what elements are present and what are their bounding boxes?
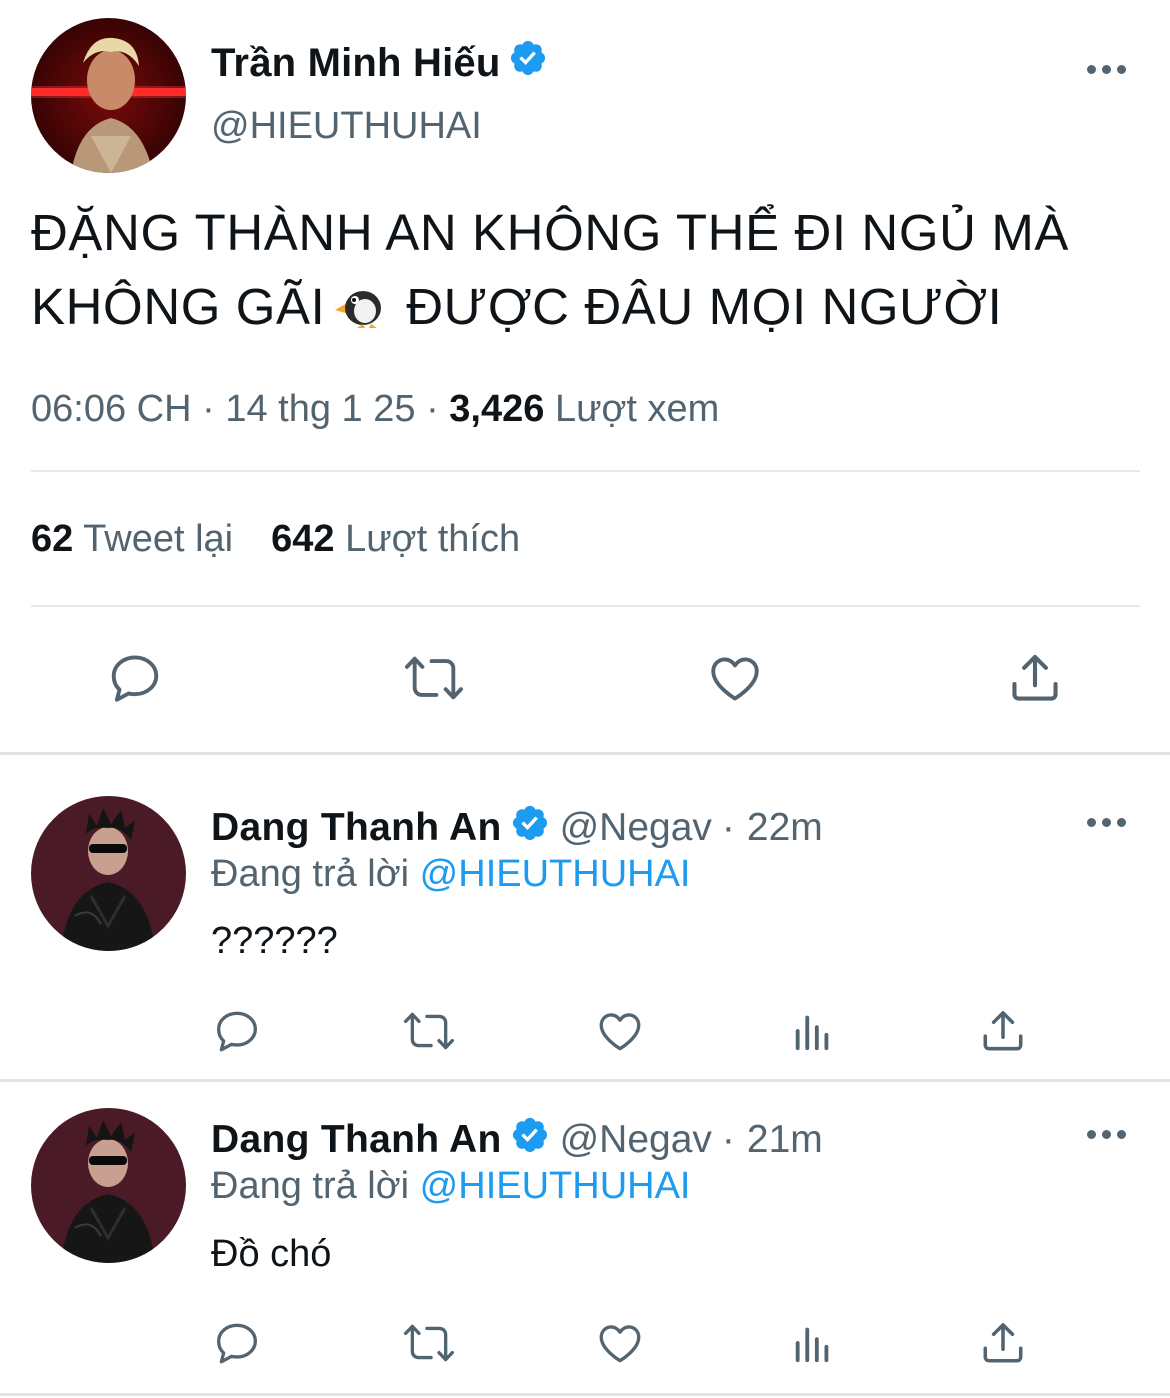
share-button[interactable]: [1000, 648, 1070, 712]
more-options-icon[interactable]: [1087, 1128, 1127, 1140]
reply-header: Dang Thanh An @Negav · 21m: [211, 1115, 823, 1165]
avatar[interactable]: [31, 1108, 186, 1263]
divider: [31, 605, 1140, 607]
tweet-text: ĐẶNG THÀNH AN KHÔNG THỂ ĐI NGỦ MÀ KHÔNG …: [31, 196, 1146, 350]
verified-badge-icon: [510, 1115, 550, 1165]
like-icon: [595, 1318, 645, 1373]
reply-text: ??????: [211, 920, 338, 962]
section-divider: [0, 752, 1170, 755]
meta-separator: ·: [721, 806, 735, 849]
reply-time[interactable]: 21m: [747, 1118, 823, 1162]
replying-prefix: Đang trả lời: [211, 853, 410, 895]
reply-button[interactable]: [207, 1315, 267, 1375]
like-button[interactable]: [590, 1315, 650, 1375]
retweet-button[interactable]: [398, 648, 470, 712]
views-icon: [790, 1320, 836, 1371]
like-button[interactable]: [590, 1003, 650, 1063]
retweets-label: Tweet lại: [83, 518, 234, 560]
divider: [31, 470, 1140, 472]
main-tweet: Trần Minh Hiếu @HIEUTHUHAI ĐẶNG THÀNH AN…: [0, 0, 1170, 752]
display-name[interactable]: Dang Thanh An: [211, 806, 502, 850]
likes-label: Lượt thích: [345, 518, 521, 560]
share-button[interactable]: [973, 1003, 1033, 1063]
verified-badge-icon: [510, 803, 550, 853]
retweet-button[interactable]: [398, 1003, 460, 1063]
reply-button[interactable]: [100, 648, 170, 712]
reply-header: Dang Thanh An @Negav · 22m: [211, 803, 823, 853]
reply-button[interactable]: [207, 1003, 267, 1063]
like-button[interactable]: [700, 648, 770, 712]
mention-link[interactable]: @HIEUTHUHAI: [420, 853, 691, 895]
like-icon: [706, 649, 764, 712]
display-name[interactable]: Trần Minh Hiếu: [211, 38, 548, 88]
views-icon: [790, 1008, 836, 1059]
tweet-date[interactable]: 14 thg 1 25: [225, 388, 415, 430]
replying-to: Đang trả lời @HIEUTHUHAI: [211, 853, 690, 896]
section-divider: [0, 1079, 1170, 1082]
replying-to: Đang trả lời @HIEUTHUHAI: [211, 1165, 690, 1208]
mention-link[interactable]: @HIEUTHUHAI: [420, 1165, 691, 1207]
tweet-text-part-2: ĐƯỢC ĐÂU MỌI NGƯỜI: [406, 278, 1003, 335]
retweet-icon: [400, 1006, 458, 1061]
reply-icon: [106, 649, 164, 712]
display-name-text: Trần Minh Hiếu: [211, 40, 501, 85]
more-options-icon[interactable]: [1087, 816, 1127, 828]
like-icon: [595, 1006, 645, 1061]
views-label: Lượt xem: [554, 388, 720, 430]
tweet-stats: 62 Tweet lại 642 Lượt thích: [31, 518, 520, 561]
reply-time[interactable]: 22m: [747, 806, 823, 850]
likes-stat[interactable]: 642 Lượt thích: [271, 518, 520, 560]
retweet-icon: [400, 1318, 458, 1373]
meta-separator: ·: [721, 1118, 735, 1161]
share-icon: [978, 1006, 1028, 1061]
handle[interactable]: @Negav: [560, 1118, 712, 1162]
more-options-icon[interactable]: [1087, 63, 1127, 75]
views-button[interactable]: [783, 1315, 843, 1375]
replying-prefix: Đang trả lời: [211, 1165, 410, 1207]
penguin-emoji-icon: [331, 276, 387, 350]
likes-count: 642: [271, 518, 335, 560]
reply-icon: [212, 1006, 262, 1061]
share-icon: [1006, 649, 1064, 712]
meta-separator: ·: [202, 388, 215, 430]
retweet-icon: [401, 649, 467, 712]
display-name[interactable]: Dang Thanh An: [211, 1118, 502, 1162]
retweets-stat[interactable]: 62 Tweet lại: [31, 518, 233, 560]
views-button[interactable]: [783, 1003, 843, 1063]
tweet-time[interactable]: 06:06 CH: [31, 388, 192, 430]
retweets-count: 62: [31, 518, 74, 560]
handle[interactable]: @Negav: [560, 806, 712, 850]
share-icon: [978, 1318, 1028, 1373]
views-count: 3,426: [449, 388, 545, 430]
avatar[interactable]: [31, 796, 186, 951]
avatar[interactable]: [31, 18, 186, 173]
share-button[interactable]: [973, 1315, 1033, 1375]
handle[interactable]: @HIEUTHUHAI: [211, 105, 482, 148]
reply-text: Đồ chó: [211, 1233, 332, 1275]
section-divider: [0, 1393, 1170, 1396]
reply-icon: [212, 1318, 262, 1373]
verified-badge-icon: [508, 38, 548, 88]
tweet-meta: 06:06 CH · 14 thg 1 25 · 3,426 Lượt xem: [31, 388, 719, 431]
retweet-button[interactable]: [398, 1315, 460, 1375]
meta-separator: ·: [426, 388, 439, 430]
